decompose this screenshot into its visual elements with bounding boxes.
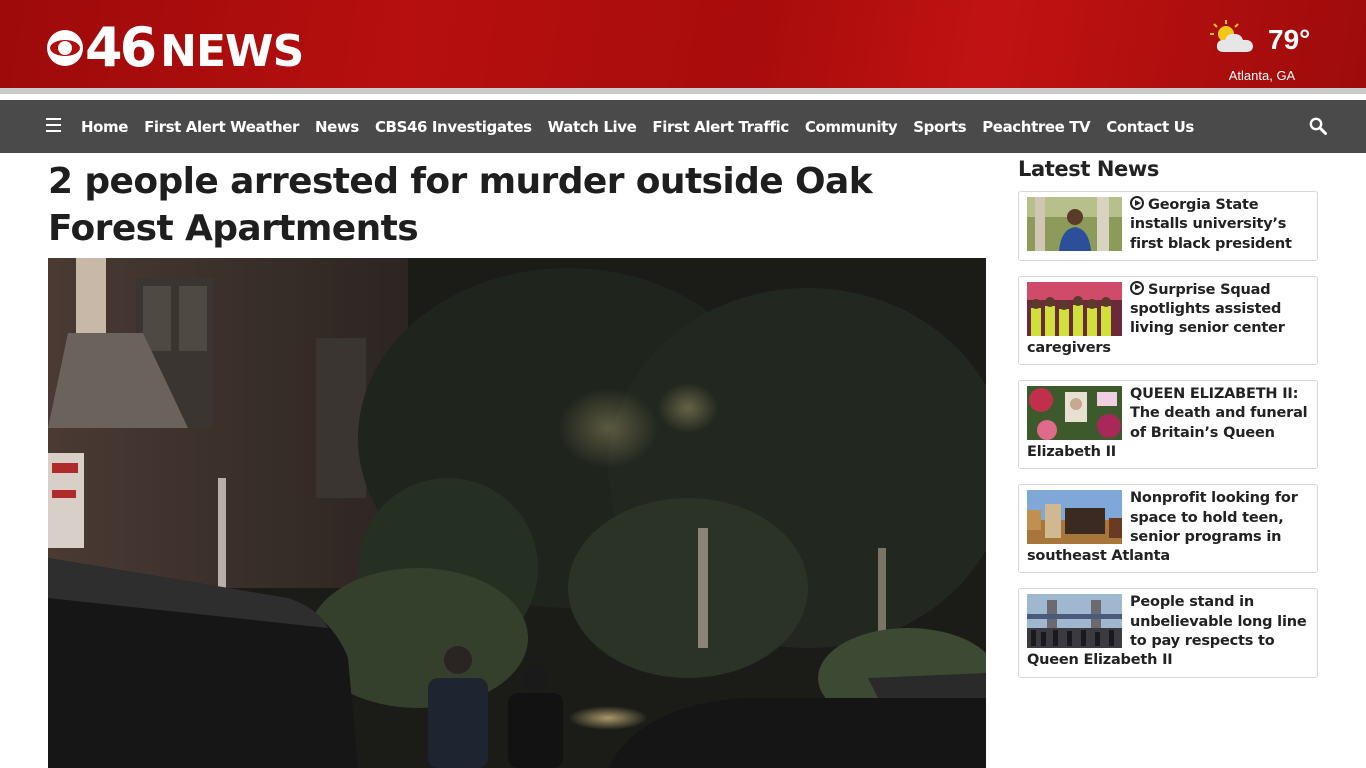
nav-item-community[interactable]: Community xyxy=(797,118,905,136)
article-hero-image[interactable] xyxy=(48,258,986,768)
hamburger-menu-icon[interactable] xyxy=(46,118,61,132)
story-thumbnail xyxy=(1027,490,1122,545)
nav-item-home[interactable]: Home xyxy=(73,118,136,136)
news-card[interactable]: QUEEN ELIZABETH II: The death and funera… xyxy=(1018,380,1318,470)
news-card[interactable]: People stand in unbelievable long line t… xyxy=(1018,588,1318,678)
partly-sunny-icon xyxy=(1210,20,1253,52)
nav-item-first-alert-weather[interactable]: First Alert Weather xyxy=(136,118,307,136)
weather-city: Atlanta, GA xyxy=(1228,68,1296,83)
weather-temperature: 79° xyxy=(1268,24,1311,55)
news-card[interactable]: Georgia State installs university’s firs… xyxy=(1018,191,1318,261)
story-thumbnail xyxy=(1027,594,1122,649)
video-play-icon xyxy=(1130,196,1144,210)
nav-item-cbs46-investigates[interactable]: CBS46 Investigates xyxy=(367,118,540,136)
video-play-icon xyxy=(1130,280,1144,295)
weather-widget[interactable]: 79° Atlanta, GA xyxy=(1208,18,1320,84)
news-card[interactable]: Nonprofit looking for space to hold teen… xyxy=(1018,484,1318,574)
night-apartment-scene xyxy=(48,258,986,768)
nav-item-peachtree-tv[interactable]: Peachtree TV xyxy=(974,118,1098,136)
search-icon[interactable] xyxy=(1309,117,1327,135)
story-thumbnail xyxy=(1027,281,1122,336)
nav-item-watch-live[interactable]: Watch Live xyxy=(540,118,645,136)
logo-word: NEWS xyxy=(160,26,304,77)
cbs46-logo[interactable]: 46 NEWS xyxy=(47,16,304,79)
site-header: 46 NEWS 79° Atlanta, GA xyxy=(0,0,1366,94)
latest-news-list: Georgia State installs university’s firs… xyxy=(1018,191,1318,693)
nav-item-contact-us[interactable]: Contact Us xyxy=(1098,118,1202,136)
nav-item-news[interactable]: News xyxy=(307,118,367,136)
nav-items: Home First Alert Weather News CBS46 Inve… xyxy=(73,100,1202,153)
story-thumbnail xyxy=(1027,386,1122,441)
story-title: Georgia State installs university’s firs… xyxy=(1130,197,1292,252)
news-card[interactable]: Surprise Squad spotlights assisted livin… xyxy=(1018,275,1318,366)
logo-number: 46 xyxy=(85,16,157,79)
article-headline: 2 people arrested for murder outside Oak… xyxy=(48,161,873,249)
latest-news-heading: Latest News xyxy=(1018,157,1160,181)
nav-item-first-alert-traffic[interactable]: First Alert Traffic xyxy=(644,118,796,136)
nav-item-sports[interactable]: Sports xyxy=(905,118,974,136)
cbs-eye-icon xyxy=(47,30,83,66)
story-thumbnail xyxy=(1027,197,1122,251)
main-navigation: Home First Alert Weather News CBS46 Inve… xyxy=(0,100,1366,153)
